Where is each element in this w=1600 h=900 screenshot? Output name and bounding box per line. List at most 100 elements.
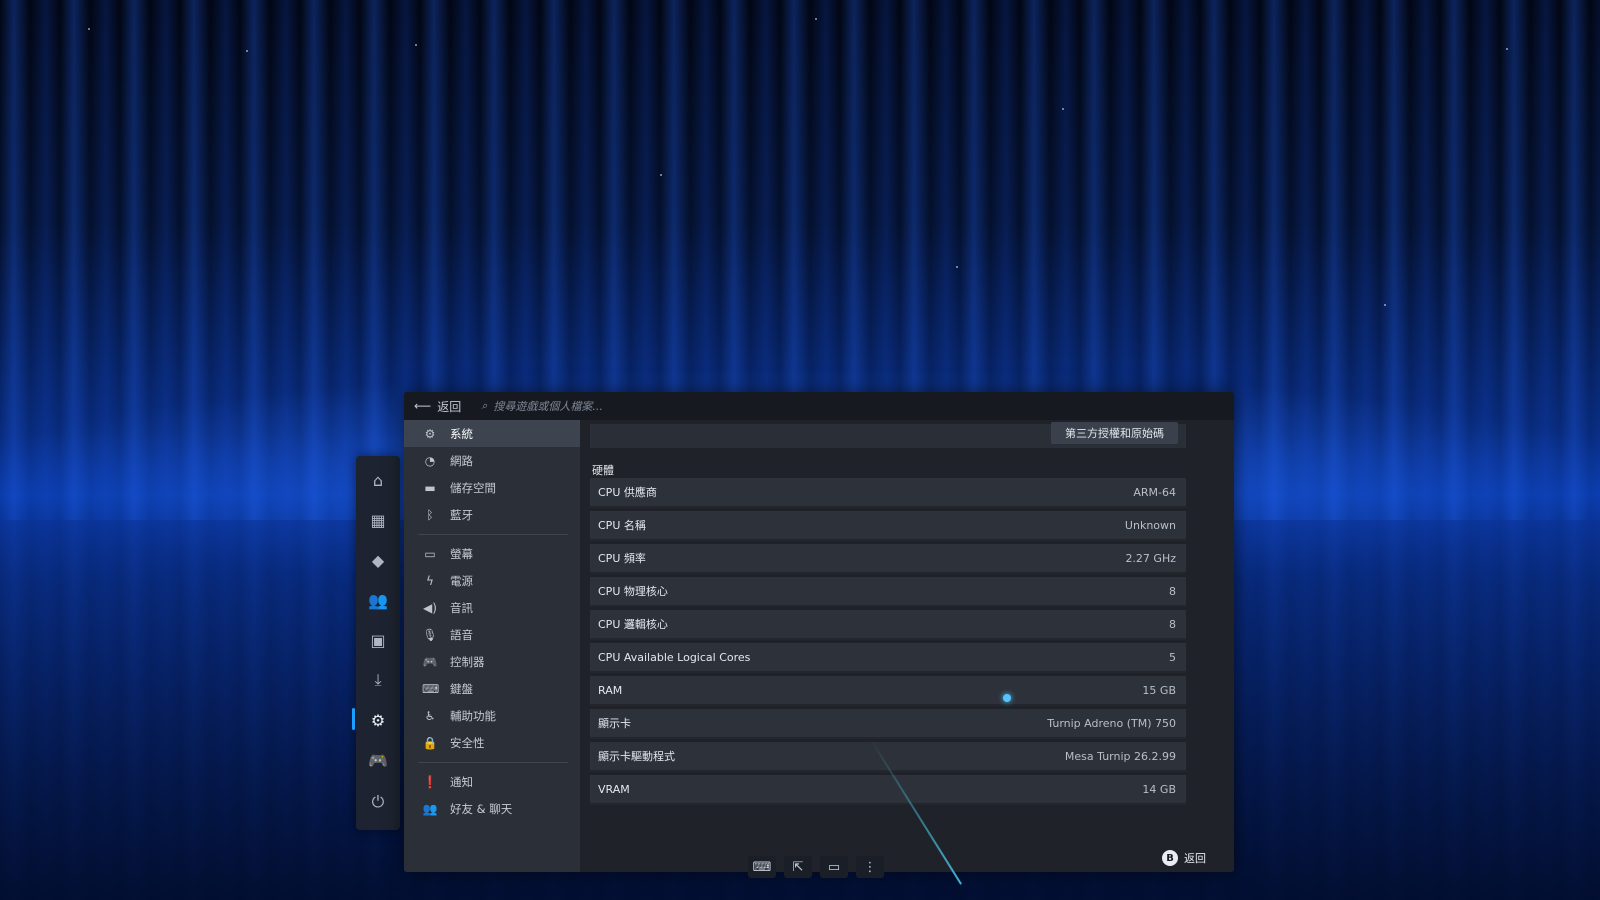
gear-icon: ⚙ [424,426,436,441]
sidebar-item-keyboard[interactable]: ⌨ 鍵盤 [404,675,580,702]
sidebar-item-label: 音訊 [450,600,473,615]
sidebar-item-label: 通知 [450,774,473,789]
sidebar-item-label: 控制器 [450,654,485,669]
sidebar-item-system[interactable]: ⚙ 系統 [404,420,580,447]
star [1062,108,1064,110]
sidebar-item-friends-chat[interactable]: 👥 好友 & 聊天 [404,795,580,822]
sidebar-item-storage[interactable]: ▬ 儲存空間 [404,474,580,501]
sidebar-item-label: 系統 [450,426,473,441]
sidebar-item-label: 藍牙 [450,507,473,522]
hardware-label: RAM [598,683,623,697]
hardware-row: CPU 供應商 ARM-64 [590,478,1186,508]
wifi-icon: ◔ [424,453,436,468]
sidebar-item-display[interactable]: ▭ 螢幕 [404,540,580,567]
hardware-row: CPU 頻率 2.27 GHz [590,544,1186,574]
search-input[interactable]: ⌕ 搜尋遊戲或個人檔案... [481,398,603,414]
sidebar-item-power[interactable]: ϟ 電源 [404,567,580,594]
back-hint-label: 返回 [1184,852,1206,865]
open-external-icon[interactable]: ⇱ [784,856,812,878]
hardware-value: Mesa Turnip 26.2.99 [1064,749,1176,763]
vr-pointer-cursor [1003,694,1011,702]
license-row: 第三方授權和原始碼 [590,422,1186,448]
sidebar-item-label: 語音 [450,627,473,642]
sidebar-item-label: 儲存空間 [450,480,496,495]
sidebar-item-voice[interactable]: 🎙 語音 [404,621,580,648]
hardware-value: 15 GB [1142,683,1176,697]
sidebar-item-security[interactable]: 🔒 安全性 [404,729,580,756]
star [246,50,248,52]
hardware-value: ARM-64 [1133,485,1176,499]
hardware-row: VRAM 14 GB [590,775,1186,805]
more-icon[interactable]: ⋮ [856,856,884,878]
sidebar-item-label: 電源 [450,573,473,588]
search-placeholder: 搜尋遊戲或個人檔案... [493,400,603,413]
grid-icon[interactable]: ▦ [362,504,394,536]
sidebar-item-audio[interactable]: ◀) 音訊 [404,594,580,621]
back-hint[interactable]: B 返回 [1162,850,1206,866]
hardware-row: CPU Available Logical Cores 5 [590,643,1186,673]
hardware-label: CPU 名稱 [598,519,646,532]
quick-access-rail: ⌂ ▦ ◆ 👥 ▣ ⤓ ⚙ 🎮 ⏻ [352,456,400,830]
microphone-icon: 🎙 [422,627,438,642]
gamepad-icon: 🎮 [422,654,438,669]
power-bolt-icon: ϟ [426,573,434,588]
bluetooth-icon: ᛒ [426,507,434,522]
settings-sidebar: ⚙ 系統 ◔ 網路 ▬ 儲存空間 ᛒ 藍牙 ▭ 螢幕 ϟ 電源 ◀) 音訊 🎙 … [404,420,580,872]
notification-icon: ❗ [422,774,438,789]
controller-icon[interactable]: 🎮 [362,744,394,776]
settings-icon[interactable]: ⚙ [362,704,394,736]
hardware-label: 顯示卡 [598,717,631,730]
home-icon[interactable]: ⌂ [362,464,394,496]
bottom-toolbar: ⌨ ⇱ ▭ ⋮ [748,856,884,880]
tag-icon[interactable]: ◆ [362,544,394,576]
star [660,174,662,176]
back-button[interactable]: ⟵ 返回 [404,398,471,415]
sidebar-item-controller[interactable]: 🎮 控制器 [404,648,580,675]
friends-icon[interactable]: 👥 [362,584,394,616]
sidebar-item-label: 好友 & 聊天 [450,801,513,816]
sidebar-item-bluetooth[interactable]: ᛒ 藍牙 [404,501,580,528]
hardware-label: CPU 邏輯核心 [598,618,668,631]
keyboard-icon[interactable]: ⌨ [748,856,776,878]
hardware-row: 顯示卡 Turnip Adreno (TM) 750 [590,709,1186,739]
settings-panel: ⟵ 返回 ⌕ 搜尋遊戲或個人檔案... ⚙ 系統 ◔ 網路 ▬ 儲存空間 ᛒ 藍… [404,392,1234,872]
sidebar-item-label: 螢幕 [450,546,473,561]
sidebar-item-network[interactable]: ◔ 網路 [404,447,580,474]
hardware-label: VRAM [598,782,630,796]
accessibility-icon: ♿ [424,708,436,723]
sidebar-item-notifications[interactable]: ❗ 通知 [404,768,580,795]
display-icon[interactable]: ▭ [820,856,848,878]
star [88,28,90,30]
download-icon[interactable]: ⤓ [362,664,394,696]
hardware-value: 8 [1169,584,1176,598]
hardware-value: 14 GB [1142,782,1176,796]
star [1384,304,1386,306]
hardware-value: 5 [1169,650,1176,664]
hardware-label: CPU Available Logical Cores [598,650,751,664]
vr-environment: { "topbar": { "back_label": "返回", "searc… [0,0,1600,900]
lock-icon: 🔒 [422,735,438,750]
power-icon[interactable]: ⏻ [362,786,394,818]
hardware-label: CPU 供應商 [598,486,657,499]
monitor-icon: ▭ [424,546,436,561]
search-icon: ⌕ [481,399,488,412]
sidebar-item-accessibility[interactable]: ♿ 輔助功能 [404,702,580,729]
keyboard-icon: ⌨ [422,681,440,696]
sidebar-divider [418,534,568,535]
star [956,266,958,268]
media-icon[interactable]: ▣ [362,624,394,656]
sidebar-item-label: 輔助功能 [450,708,496,723]
third-party-licenses-button[interactable]: 第三方授權和原始碼 [1051,422,1178,444]
friends-icon: 👥 [422,801,438,816]
back-label: 返回 [437,399,462,414]
hardware-value: Turnip Adreno (TM) 750 [1047,716,1176,730]
sidebar-item-label: 網路 [450,453,473,468]
hardware-row: CPU 物理核心 8 [590,577,1186,607]
speaker-icon: ◀) [423,600,437,615]
system-settings-content: 第三方授權和原始碼 硬體 CPU 供應商 ARM-64 CPU 名稱 Unkno… [580,420,1234,872]
hardware-row: CPU 名稱 Unknown [590,511,1186,541]
hardware-value: 2.27 GHz [1125,551,1176,565]
star [415,44,417,46]
hardware-heading: 硬體 [592,464,614,477]
top-bar: ⟵ 返回 ⌕ 搜尋遊戲或個人檔案... [404,392,1234,420]
